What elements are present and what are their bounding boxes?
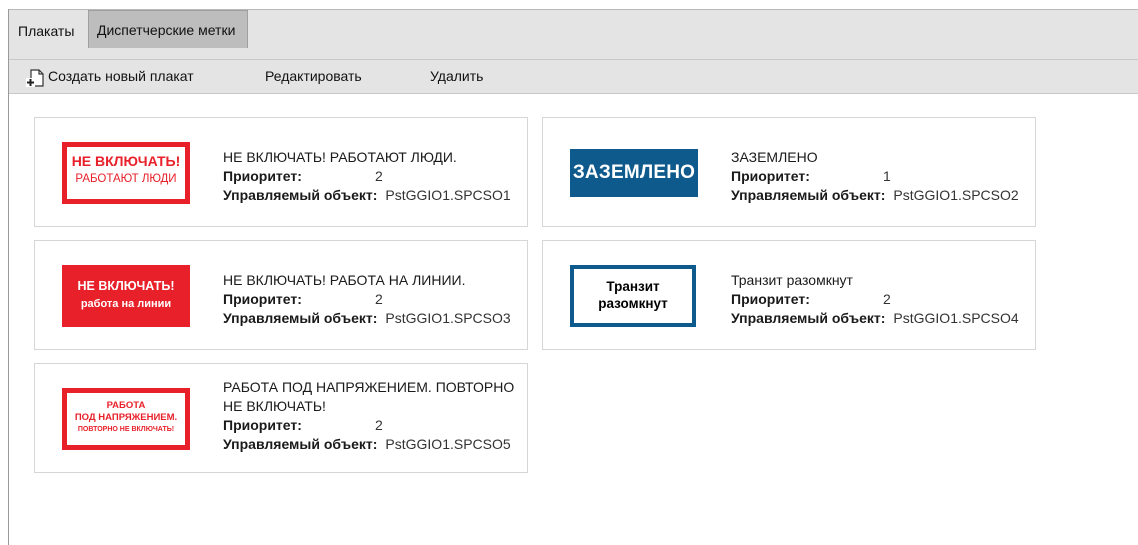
tab-bar: Плакаты Диспетчерские метки — [9, 9, 1138, 60]
add-page-icon — [26, 66, 44, 88]
poster-card[interactable]: РАБОТА ПОД НАПРЯЖЕНИЕМ. ПОВТОРНО НЕ ВКЛЮ… — [34, 363, 528, 473]
poster-sign-image: РАБОТА ПОД НАПРЯЖЕНИЕМ. ПОВТОРНО НЕ ВКЛЮ… — [62, 388, 190, 450]
priority-label: Приоритет: — [731, 291, 810, 307]
poster-info: НЕ ВКЛЮЧАТЬ! РАБОТА НА ЛИНИИ. Приоритет:… — [223, 271, 523, 328]
sign-text-line: РАБОТА — [106, 400, 146, 411]
delete-button[interactable]: Удалить — [430, 60, 483, 93]
window-top — [0, 0, 1138, 9]
edit-button[interactable]: Редактировать — [265, 60, 362, 93]
object-row: Управляемый объект: PstGGIO1.SPCSO4 — [731, 309, 1031, 328]
priority-label: Приоритет: — [223, 168, 302, 184]
object-label: Управляемый объект: — [731, 310, 886, 326]
priority-row: Приоритет: 2 — [223, 416, 523, 435]
object-label: Управляемый объект: — [223, 187, 378, 203]
object-value: PstGGIO1.SPCSO3 — [385, 310, 511, 326]
sign-text-line: работа на линии — [80, 298, 172, 310]
poster-title: ЗАЗЕМЛЕНО — [731, 149, 818, 165]
object-label: Управляемый объект: — [223, 310, 378, 326]
create-poster-button[interactable]: Создать новый плакат — [26, 60, 194, 93]
poster-card[interactable]: ЗАЗЕМЛЕНО ЗАЗЕМЛЕНО Приоритет: 1 Управляе… — [542, 117, 1036, 227]
poster-info: ЗАЗЕМЛЕНО Приоритет: 1 Управляемый объект… — [731, 148, 1031, 205]
poster-sign-image: Транзит разомкнут — [570, 265, 696, 327]
poster-title: Транзит разомкнут — [731, 272, 853, 288]
poster-info: РАБОТА ПОД НАПРЯЖЕНИЕМ. ПОВТОРНО НЕ ВКЛЮ… — [223, 378, 523, 454]
poster-sign-image: НЕ ВКЛЮЧАТЬ! РАБОТАЮТ ЛЮДИ — [62, 142, 190, 204]
priority-row: Приоритет: 2 — [731, 290, 1031, 309]
poster-info: Транзит разомкнут Приоритет: 2 Управляемы… — [731, 271, 1031, 328]
object-value: PstGGIO1.SPCSO1 — [385, 187, 511, 203]
object-row: Управляемый объект: PstGGIO1.SPCSO2 — [731, 186, 1031, 205]
sign-text-line: ПОД НАПРЯЖЕНИЕМ. — [74, 412, 178, 423]
tab-dispatcher-marks[interactable]: Диспетчерские метки — [88, 10, 248, 48]
sign-text-line: НЕ ВКЛЮЧАТЬ! — [71, 153, 181, 169]
tab-posters[interactable]: Плакаты — [10, 14, 88, 48]
poster-title: НЕ ВКЛЮЧАТЬ! РАБОТА НА ЛИНИИ. — [223, 272, 466, 288]
priority-value: 2 — [375, 291, 383, 307]
poster-sign-image: НЕ ВКЛЮЧАТЬ! работа на линии — [62, 265, 190, 327]
poster-card[interactable]: НЕ ВКЛЮЧАТЬ! работа на линии НЕ ВКЛЮЧАТЬ… — [34, 240, 528, 350]
object-value: PstGGIO1.SPCSO2 — [893, 187, 1019, 203]
sign-text-line: НЕ ВКЛЮЧАТЬ! — [77, 279, 175, 293]
priority-label: Приоритет: — [731, 168, 810, 184]
priority-label: Приоритет: — [223, 417, 302, 433]
object-row: Управляемый объект: PstGGIO1.SPCSO5 — [223, 435, 523, 454]
poster-title: НЕ ВКЛЮЧАТЬ! РАБОТАЮТ ЛЮДИ. — [223, 149, 457, 165]
priority-value: 2 — [375, 168, 383, 184]
priority-row: Приоритет: 1 — [731, 167, 1031, 186]
object-value: PstGGIO1.SPCSO4 — [893, 310, 1019, 326]
object-label: Управляемый объект: — [223, 436, 378, 452]
priority-row: Приоритет: 2 — [223, 290, 523, 309]
priority-value: 2 — [883, 291, 891, 307]
priority-row: Приоритет: 2 — [223, 167, 523, 186]
object-row: Управляемый объект: PstGGIO1.SPCSO1 — [223, 186, 523, 205]
create-poster-label: Создать новый плакат — [48, 68, 194, 84]
sign-text-line: разомкнут — [598, 296, 668, 311]
priority-label: Приоритет: — [223, 291, 302, 307]
object-label: Управляемый объект: — [731, 187, 886, 203]
poster-info: НЕ ВКЛЮЧАТЬ! РАБОТАЮТ ЛЮДИ. Приоритет: 2 … — [223, 148, 523, 205]
object-row: Управляемый объект: PstGGIO1.SPCSO3 — [223, 309, 523, 328]
poster-title: РАБОТА ПОД НАПРЯЖЕНИЕМ. ПОВТОРНО НЕ ВКЛЮ… — [223, 379, 515, 414]
toolbar: Создать новый плакат Редактировать Удали… — [9, 59, 1138, 94]
priority-value: 1 — [883, 168, 891, 184]
poster-card[interactable]: Транзит разомкнут Транзит разомкнут Прио… — [542, 240, 1036, 350]
sign-text-line: ПОВТОРНО НЕ ВКЛЮЧАТЬ! — [77, 426, 175, 433]
sign-text-line: Транзит — [606, 279, 660, 294]
poster-sign-image: ЗАЗЕМЛЕНО — [570, 149, 698, 197]
priority-value: 2 — [375, 417, 383, 433]
sign-text-line: ЗАЗЕМЛЕНО — [572, 162, 696, 183]
sign-text-line: РАБОТАЮТ ЛЮДИ — [75, 173, 177, 185]
poster-card[interactable]: НЕ ВКЛЮЧАТЬ! РАБОТАЮТ ЛЮДИ НЕ ВКЛЮЧАТЬ! … — [34, 117, 528, 227]
object-value: PstGGIO1.SPCSO5 — [385, 436, 511, 452]
